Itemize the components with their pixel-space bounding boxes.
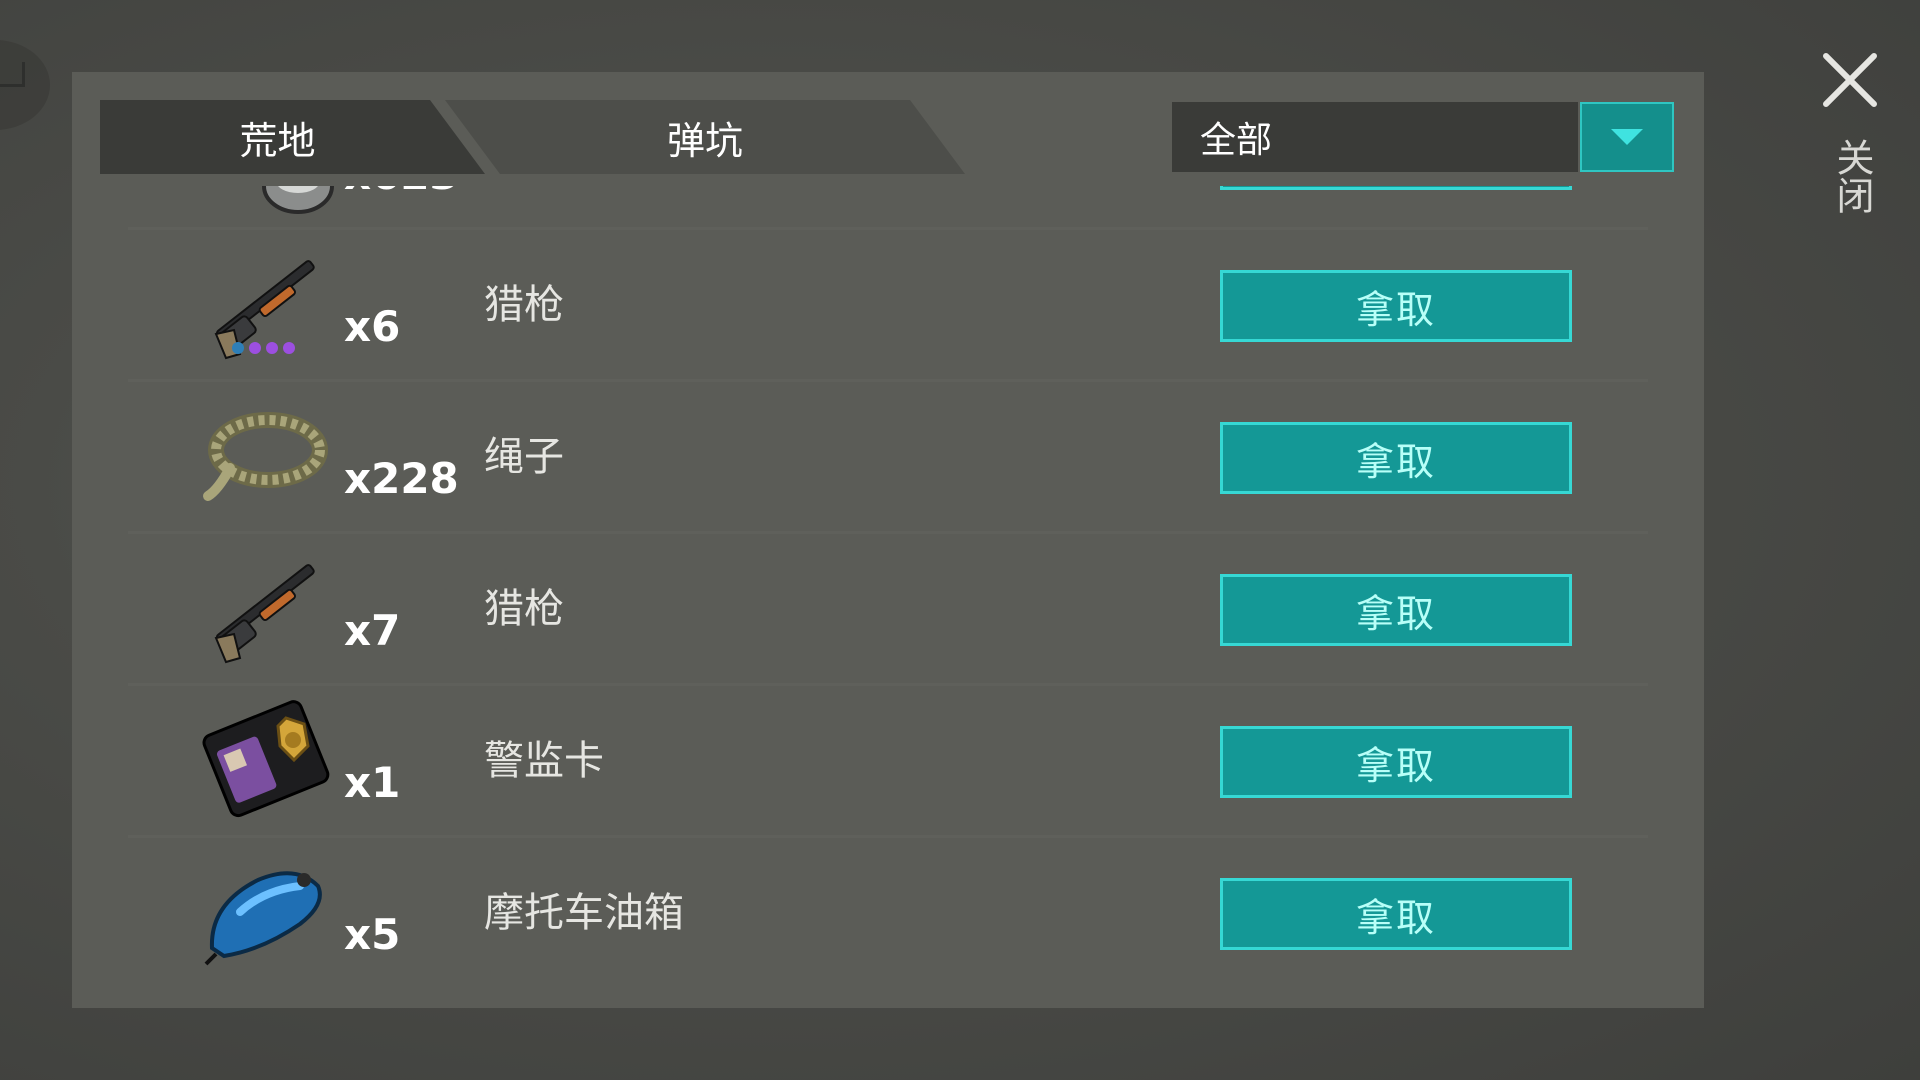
list-item: x1 警监卡 拿取 (128, 686, 1648, 838)
rarity-dot (232, 342, 244, 354)
category-filter[interactable]: 全部 (1172, 102, 1674, 172)
take-button[interactable]: 拿取 (1220, 574, 1572, 646)
item-quantity: x6 (344, 302, 401, 351)
tab-crater-label: 弹坑 (666, 118, 743, 163)
tab-crater[interactable]: 弹坑 (445, 100, 965, 174)
rarity-dot (266, 342, 278, 354)
take-button[interactable]: 拿取 (1220, 878, 1572, 950)
police-badge-icon (202, 700, 330, 818)
list-item: x6 猎枪 拿取 (128, 230, 1648, 382)
triangle-down-icon (1611, 129, 1643, 145)
tab-wasteland-label: 荒地 (239, 118, 316, 163)
rarity-dots (232, 342, 295, 354)
item-quantity: x1 (344, 758, 401, 807)
item-name: 摩托车油箱 (484, 890, 684, 936)
loot-list[interactable]: x623 x6 猎枪 拿取 x228 绳子 拿取 (128, 186, 1648, 978)
list-item: x7 猎枪 拿取 (128, 534, 1648, 686)
location-tabs: 荒地 弹坑 (100, 100, 1000, 174)
tab-wasteland[interactable]: 荒地 (100, 100, 485, 174)
list-item: x623 (128, 186, 1648, 230)
item-quantity: x5 (344, 910, 401, 959)
item-quantity: x7 (344, 606, 401, 655)
close-label[interactable]: 关闭 (1828, 138, 1876, 214)
rarity-dot (249, 342, 261, 354)
take-button[interactable] (1220, 186, 1572, 190)
list-item: x5 摩托车油箱 拿取 (128, 838, 1648, 978)
background-corner (0, 62, 25, 87)
take-button[interactable]: 拿取 (1220, 422, 1572, 494)
filter-dropdown-button[interactable] (1580, 102, 1674, 172)
rarity-dot (283, 342, 295, 354)
item-quantity: x623 (344, 186, 459, 199)
item-name: 绳子 (484, 434, 564, 480)
list-item: x228 绳子 拿取 (128, 382, 1648, 534)
rope-icon (203, 412, 328, 501)
filter-selected-value[interactable]: 全部 (1172, 102, 1578, 172)
close-icon[interactable] (1820, 50, 1880, 110)
item-name: 猎枪 (484, 586, 564, 632)
item-quantity: x228 (344, 454, 459, 503)
item-name: 猎枪 (484, 282, 564, 328)
shotgun-icon (214, 564, 315, 664)
take-button[interactable]: 拿取 (1220, 270, 1572, 342)
take-button[interactable]: 拿取 (1220, 726, 1572, 798)
fuel-tank-icon (204, 871, 322, 966)
item-name: 警监卡 (484, 738, 604, 784)
